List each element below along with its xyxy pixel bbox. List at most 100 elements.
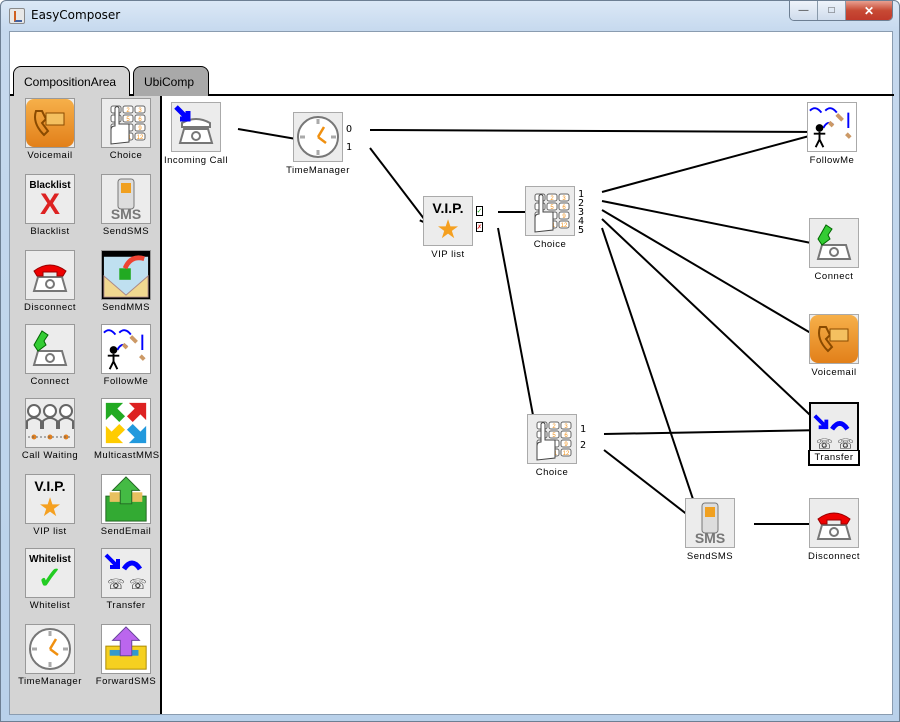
palette-item-label: SendEmail bbox=[100, 526, 152, 537]
node-label: VIP list bbox=[431, 249, 465, 260]
svg-text:12: 12 bbox=[563, 451, 570, 457]
followme-icon bbox=[807, 102, 857, 152]
palette-item-label: Call Waiting bbox=[21, 450, 79, 461]
client-area: CompositionArea UbiComp Voicemail 1234567… bbox=[9, 31, 894, 715]
node-transfer[interactable]: ☏ ☏ Transfer bbox=[794, 402, 874, 466]
keypad-icon: 123456789101112 bbox=[527, 414, 577, 464]
app-window: EasyComposer — □ ✕ CompositionArea UbiCo… bbox=[0, 0, 900, 722]
tab-ubicomp[interactable]: UbiComp bbox=[133, 66, 209, 96]
palette-item-sendsms[interactable]: SMS SendSMS bbox=[94, 174, 158, 237]
connection-c1-2[interactable] bbox=[601, 200, 827, 247]
minimize-button[interactable]: — bbox=[790, 1, 818, 20]
palette-item-sendemail[interactable]: SendEmail bbox=[94, 474, 158, 537]
palette-item-label: Voicemail bbox=[27, 150, 73, 161]
palette-item-vip-list[interactable]: V.I.P. ★ VIP list bbox=[18, 474, 82, 537]
title-bar[interactable]: EasyComposer — □ ✕ bbox=[1, 1, 899, 29]
keypad-icon: 123456789101112 bbox=[101, 98, 151, 148]
node-disconnect[interactable]: Disconnect bbox=[794, 498, 874, 562]
maximize-button[interactable]: □ bbox=[818, 1, 846, 20]
palette-item-label: Disconnect bbox=[24, 302, 76, 313]
palette-item-sendmms[interactable]: SendMMS bbox=[94, 250, 158, 313]
palette-item-label: TimeManager bbox=[18, 676, 82, 687]
svg-text:12: 12 bbox=[561, 223, 568, 229]
palette-item-choice[interactable]: 123456789101112 Choice bbox=[94, 98, 158, 161]
connect-phone-icon bbox=[25, 324, 75, 374]
palette-item-label: ForwardSMS bbox=[95, 676, 157, 687]
node-label: Incoming Call bbox=[163, 155, 229, 166]
node-label: Transfer bbox=[808, 450, 860, 466]
disconnect-phone-icon bbox=[25, 250, 75, 300]
disconnect-phone-icon bbox=[809, 498, 859, 548]
output-port-vip-2[interactable]: ✗ bbox=[476, 222, 483, 232]
node-voicemail[interactable]: Voicemail bbox=[794, 314, 874, 378]
node-sendsms[interactable]: SMS SendSMS bbox=[670, 498, 750, 562]
node-label: FollowMe bbox=[809, 155, 855, 166]
voicemail-icon bbox=[809, 314, 859, 364]
palette-item-label: Connect bbox=[30, 376, 70, 387]
node-label: Voicemail bbox=[811, 367, 857, 378]
palette-item-connect[interactable]: Connect bbox=[18, 324, 82, 387]
palette-item-label: Choice bbox=[109, 150, 143, 161]
blacklist-icon: Blacklist X bbox=[25, 174, 75, 224]
connection-c2-1[interactable] bbox=[603, 429, 827, 435]
node-connect[interactable]: Connect bbox=[794, 218, 874, 282]
multicast-arrows-icon bbox=[101, 398, 151, 448]
composition-canvas[interactable]: Incoming Call TimeManager O 1 V.I.P. ★ VIP lis… bbox=[164, 96, 892, 714]
vip-star-icon: V.I.P. ★ bbox=[25, 474, 75, 524]
output-port-vip-1[interactable]: ✓ bbox=[476, 206, 483, 216]
close-button[interactable]: ✕ bbox=[846, 1, 892, 20]
node-label: TimeManager bbox=[286, 165, 350, 176]
palette-item-followme[interactable]: FollowMe bbox=[94, 324, 158, 387]
vip-star-icon: V.I.P. ★ bbox=[423, 196, 473, 246]
palette-item-label: SendMMS bbox=[102, 302, 150, 313]
component-palette: Voicemail 123456789101112 Choice BlacklistX… bbox=[10, 96, 162, 714]
output-port-time-2[interactable]: 1 bbox=[346, 142, 352, 153]
keypad-icon: 123456789101112 bbox=[525, 186, 575, 236]
connection-time-O[interactable] bbox=[369, 129, 825, 133]
forward-sms-icon bbox=[101, 624, 151, 674]
palette-item-whitelist[interactable]: Whitelist ✓ Whitelist bbox=[18, 548, 82, 611]
connection-c1-3[interactable] bbox=[601, 209, 827, 343]
output-port-choice2-1[interactable]: 1 bbox=[580, 424, 586, 435]
svg-text:SMS: SMS bbox=[695, 530, 725, 546]
node-label: SendSMS bbox=[686, 551, 734, 562]
connect-phone-icon bbox=[809, 218, 859, 268]
followme-icon bbox=[101, 324, 151, 374]
connection-c1-4[interactable] bbox=[601, 218, 827, 431]
palette-item-disconnect[interactable]: Disconnect bbox=[18, 250, 82, 313]
palette-item-label: Whitelist bbox=[29, 600, 71, 611]
node-label: Choice bbox=[533, 239, 567, 250]
window-title: EasyComposer bbox=[31, 8, 121, 22]
palette-item-multicastmms[interactable]: MulticastMMS bbox=[94, 398, 160, 461]
connection-c1-1[interactable] bbox=[601, 131, 825, 193]
clock-icon bbox=[25, 624, 75, 674]
node-label: Disconnect bbox=[808, 551, 860, 562]
palette-item-label: MulticastMMS bbox=[94, 450, 160, 461]
output-port-time-1[interactable]: O bbox=[346, 124, 352, 135]
palette-item-label: SendSMS bbox=[102, 226, 150, 237]
call-waiting-icon bbox=[25, 398, 75, 448]
svg-text:SMS: SMS bbox=[111, 206, 141, 222]
palette-item-label: VIP list bbox=[33, 526, 67, 537]
svg-text:☏: ☏ bbox=[107, 576, 125, 592]
node-incoming[interactable]: Incoming Call bbox=[156, 102, 236, 166]
send-email-icon bbox=[101, 474, 151, 524]
sms-phone-icon: SMS bbox=[101, 174, 151, 224]
palette-item-voicemail[interactable]: Voicemail bbox=[18, 98, 82, 161]
voicemail-icon bbox=[25, 98, 75, 148]
palette-item-label: FollowMe bbox=[103, 376, 149, 387]
palette-item-forwardsms[interactable]: ForwardSMS bbox=[94, 624, 158, 687]
palette-item-timemanager[interactable]: TimeManager bbox=[18, 624, 82, 687]
whitelist-check-icon: Whitelist ✓ bbox=[25, 548, 75, 598]
connection-c1-5[interactable] bbox=[601, 227, 703, 527]
node-followme[interactable]: FollowMe bbox=[792, 102, 872, 166]
connection-vip-no[interactable] bbox=[497, 227, 539, 443]
output-port-choice1-5[interactable]: 5 bbox=[578, 225, 584, 236]
output-port-choice2-2[interactable]: 2 bbox=[580, 440, 586, 451]
node-label: Connect bbox=[814, 271, 854, 282]
tab-composition-area[interactable]: CompositionArea bbox=[13, 66, 130, 96]
incoming-call-icon bbox=[171, 102, 221, 152]
palette-item-transfer[interactable]: ☏ ☏ Transfer bbox=[94, 548, 158, 611]
palette-item-blacklist[interactable]: Blacklist X Blacklist bbox=[18, 174, 82, 237]
palette-item-call-waiting[interactable]: Call Waiting bbox=[18, 398, 82, 461]
